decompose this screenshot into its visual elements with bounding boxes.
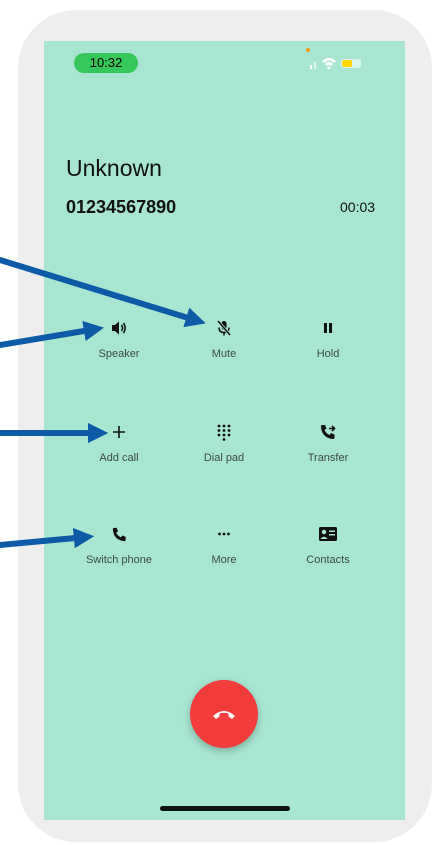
contact-card-icon xyxy=(318,524,338,544)
transfer-button[interactable]: Transfer xyxy=(273,422,383,482)
switch-phone-button[interactable]: Switch phone xyxy=(64,524,174,584)
switch-phone-label: Switch phone xyxy=(85,554,153,566)
dialpad-icon xyxy=(214,422,234,442)
more-label: More xyxy=(211,554,237,566)
signal-icon xyxy=(310,62,316,69)
plus-icon xyxy=(109,422,129,442)
status-time: 10:32 xyxy=(74,53,138,73)
phone-icon xyxy=(109,524,129,544)
speaker-label: Speaker xyxy=(98,348,140,360)
call-timer: 00:03 xyxy=(340,199,376,215)
end-call-button[interactable] xyxy=(190,680,258,748)
transfer-label: Transfer xyxy=(307,452,349,464)
caller-number: 01234567890 xyxy=(66,197,177,217)
caller-name: Unknown xyxy=(66,155,162,181)
end-call-icon xyxy=(211,707,237,721)
add-call-button[interactable]: Add call xyxy=(64,422,174,482)
mute-button[interactable]: Mute xyxy=(169,318,279,378)
wifi-icon xyxy=(322,58,336,70)
more-dots-icon xyxy=(214,524,234,544)
mic-off-icon xyxy=(214,318,234,338)
home-indicator xyxy=(160,806,290,811)
speaker-button[interactable]: Speaker xyxy=(64,318,174,378)
privacy-indicator-dot xyxy=(306,48,310,52)
status-icons xyxy=(310,58,361,70)
call-transfer-icon xyxy=(318,422,338,442)
dial-pad-button[interactable]: Dial pad xyxy=(169,422,279,482)
hold-button[interactable]: Hold xyxy=(273,318,383,378)
hold-label: Hold xyxy=(316,348,340,360)
battery-icon xyxy=(341,59,361,68)
contacts-label: Contacts xyxy=(306,554,350,566)
pause-icon xyxy=(318,318,338,338)
contacts-button[interactable]: Contacts xyxy=(273,524,383,584)
more-button[interactable]: More xyxy=(169,524,279,584)
speaker-icon xyxy=(109,318,129,338)
mute-label: Mute xyxy=(211,348,237,360)
add-call-label: Add call xyxy=(99,452,139,464)
dial-pad-label: Dial pad xyxy=(203,452,245,464)
